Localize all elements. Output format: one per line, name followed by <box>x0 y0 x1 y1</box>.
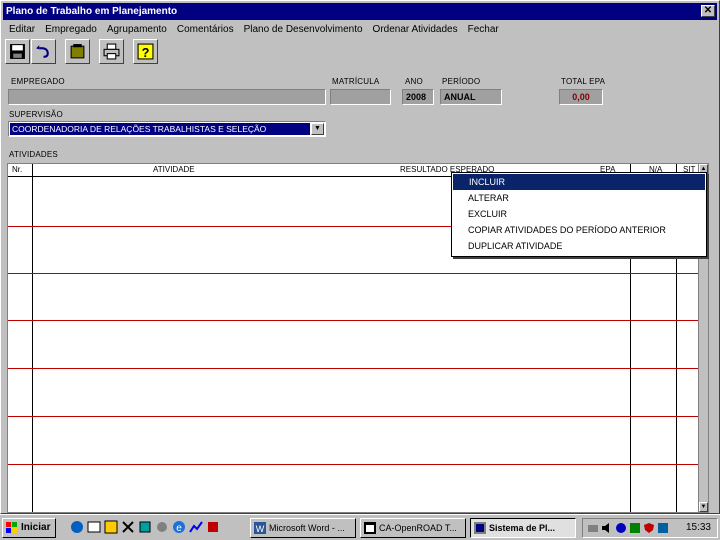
print-button[interactable] <box>99 39 124 64</box>
shield-icon[interactable] <box>643 522 655 534</box>
ie-icon[interactable]: e <box>172 520 186 534</box>
svg-text:e: e <box>176 523 182 534</box>
undo-icon <box>36 45 49 58</box>
undo-button[interactable] <box>31 39 56 64</box>
quicklaunch-icon[interactable] <box>138 520 152 534</box>
clock: 15:33 <box>685 522 711 533</box>
menu-ordenar-atividades[interactable]: Ordenar Atividades <box>373 24 458 35</box>
periodo-field[interactable]: ANUAL <box>440 89 502 105</box>
print-icon <box>103 43 120 60</box>
main-window: Plano de Trabalho em Planejamento ✕ Edit… <box>0 0 720 514</box>
taskbar: Iniciar e W Microsoft Word - ... CA-Open… <box>0 514 720 540</box>
empregado-label: EMPREGADO <box>11 77 65 86</box>
ctx-excluir[interactable]: EXCLUIR <box>452 206 706 222</box>
window-icon <box>364 522 376 534</box>
row-separator <box>8 464 698 465</box>
menu-agrupamento[interactable]: Agrupamento <box>107 24 167 35</box>
atividades-label: ATIVIDADES <box>9 150 58 159</box>
menu-bar: Editar Empregado Agrupamento Comentários… <box>3 21 717 37</box>
save-button[interactable] <box>5 39 30 64</box>
task-label: Sistema de Pl... <box>489 523 556 533</box>
supervisao-label: SUPERVISÃO <box>9 110 63 119</box>
tray-icon[interactable] <box>615 522 627 534</box>
title-bar: Plano de Trabalho em Planejamento ✕ <box>3 3 717 20</box>
menu-fechar[interactable]: Fechar <box>468 24 499 35</box>
quicklaunch-icon[interactable] <box>121 520 135 534</box>
ano-field[interactable]: 2008 <box>402 89 434 105</box>
close-button[interactable]: ✕ <box>701 5 715 17</box>
col-nr: Nr. <box>12 165 23 174</box>
menu-empregado[interactable]: Empregado <box>45 24 97 35</box>
app-icon <box>474 522 486 534</box>
menu-comentarios[interactable]: Comentários <box>177 24 234 35</box>
task-word[interactable]: W Microsoft Word - ... <box>250 518 356 538</box>
system-tray: 15:33 <box>582 518 718 538</box>
quicklaunch-icon[interactable] <box>155 520 169 534</box>
menu-plano-desenvolvimento[interactable]: Plano de Desenvolvimento <box>244 24 363 35</box>
ctx-copiar[interactable]: COPIAR ATIVIDADES DO PERÍODO ANTERIOR <box>452 222 706 238</box>
svg-text:W: W <box>256 524 265 534</box>
start-label: Iniciar <box>21 522 51 533</box>
periodo-label: PERÍODO <box>442 77 481 86</box>
card-button[interactable] <box>65 39 90 64</box>
quicklaunch-icon[interactable] <box>87 520 101 534</box>
menu-editar[interactable]: Editar <box>9 24 35 35</box>
total-epa-field: 0,00 <box>559 89 603 105</box>
svg-text:?: ? <box>142 45 150 60</box>
window-title: Plano de Trabalho em Planejamento <box>6 6 178 17</box>
quicklaunch-icon[interactable] <box>189 520 203 534</box>
matricula-field[interactable] <box>330 89 391 105</box>
row-separator <box>8 368 698 369</box>
tray-icon[interactable] <box>629 522 641 534</box>
ctx-alterar[interactable]: ALTERAR <box>452 190 706 206</box>
help-button[interactable]: ? <box>133 39 158 64</box>
volume-icon[interactable] <box>601 522 613 534</box>
ctx-duplicar[interactable]: DUPLICAR ATIVIDADE <box>452 238 706 254</box>
quicklaunch-icon[interactable] <box>70 520 84 534</box>
task-openroad[interactable]: CA-OpenROAD T... <box>360 518 466 538</box>
quicklaunch-icon[interactable] <box>206 520 220 534</box>
toolbar: ? <box>5 39 159 67</box>
start-button[interactable]: Iniciar <box>2 518 56 538</box>
quicklaunch-icon[interactable] <box>104 520 118 534</box>
windows-logo-icon <box>6 522 17 533</box>
task-label: Microsoft Word - ... <box>269 523 345 533</box>
empregado-field[interactable] <box>8 89 326 105</box>
col-divider <box>32 164 33 512</box>
matricula-label: MATRÍCULA <box>332 77 380 86</box>
context-menu: INCLUIR ALTERAR EXCLUIR COPIAR ATIVIDADE… <box>451 172 707 257</box>
supervisao-value: COORDENADORIA DE RELAÇÕES TRABALHISTAS E… <box>10 123 310 135</box>
col-atividade: ATIVIDADE <box>153 165 195 174</box>
total-epa-label: TOTAL EPA <box>561 77 606 86</box>
scroll-down-icon[interactable]: ▼ <box>699 502 708 512</box>
word-icon: W <box>254 522 266 534</box>
help-icon: ? <box>137 43 154 60</box>
row-separator <box>8 273 698 274</box>
network-icon[interactable] <box>587 522 599 534</box>
task-sistema[interactable]: Sistema de Pl... <box>470 518 576 538</box>
task-label: CA-OpenROAD T... <box>379 523 457 533</box>
ctx-incluir[interactable]: INCLUIR <box>453 174 705 190</box>
supervisao-select[interactable]: COORDENADORIA DE RELAÇÕES TRABALHISTAS E… <box>8 121 326 137</box>
card-icon <box>70 44 85 59</box>
tray-icon[interactable] <box>657 522 669 534</box>
ano-label: ANO <box>405 77 423 86</box>
row-separator <box>8 416 698 417</box>
save-icon <box>10 44 25 59</box>
row-separator <box>8 320 698 321</box>
chevron-down-icon[interactable]: ▼ <box>311 123 324 135</box>
